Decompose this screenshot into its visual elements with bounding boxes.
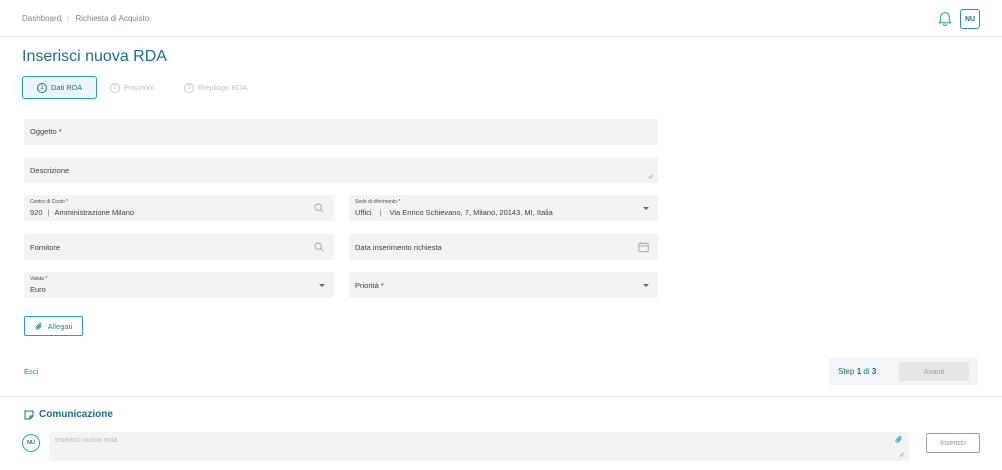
step-middle: di bbox=[863, 367, 870, 376]
step-dati-rda[interactable]: 1 Dati RDA bbox=[22, 76, 97, 99]
step-number: 2 bbox=[110, 82, 120, 93]
section-divider bbox=[0, 396, 1002, 397]
resize-handle-icon[interactable] bbox=[648, 174, 653, 179]
step-navigation: Step 1 di 3 Avanti bbox=[829, 358, 978, 385]
centro-di-costo-label: Centro di Costo * bbox=[30, 199, 69, 205]
priorita-select[interactable]: Priorità * bbox=[349, 272, 658, 298]
paperclip-icon[interactable] bbox=[895, 435, 903, 444]
step-number: 3 bbox=[184, 82, 194, 93]
top-bar: Dashboard › Richiesta di Acquisto NU bbox=[0, 0, 1002, 37]
valuta-select[interactable]: Valuta * Euro bbox=[24, 272, 334, 298]
value-separator: | bbox=[47, 208, 50, 217]
step-label: Riepilogo RDA bbox=[198, 83, 248, 92]
valuta-value: Euro bbox=[30, 285, 46, 294]
esci-link[interactable]: Esci bbox=[24, 367, 38, 376]
step-label: Posizioni bbox=[124, 83, 155, 92]
user-avatar[interactable]: NU bbox=[960, 9, 980, 29]
avanti-button[interactable]: Avanti bbox=[899, 362, 969, 381]
step-prefix: Step bbox=[838, 367, 855, 376]
breadcrumb: Dashboard › Richiesta di Acquisto bbox=[22, 14, 149, 23]
note-input[interactable]: Inserisci nuova nota bbox=[49, 432, 909, 461]
centro-di-costo-name: Amministrazione Milano bbox=[54, 208, 135, 217]
sede-di-riferimento-select[interactable]: Sede di riferimento * Uffici | Via Enrico … bbox=[349, 195, 658, 221]
sede-type: Uffici bbox=[355, 208, 372, 217]
step-riepilogo-rda[interactable]: 3 Riepilogo RDA bbox=[184, 76, 247, 99]
note-icon bbox=[24, 410, 34, 419]
chevron-down-icon[interactable] bbox=[319, 284, 325, 287]
fornitore-field[interactable]: Fornitore bbox=[24, 234, 334, 260]
data-inserimento-field[interactable]: Data inserimento richiesta bbox=[349, 234, 658, 260]
centro-di-costo-code: 920 bbox=[30, 208, 43, 217]
value-separator: | bbox=[379, 208, 382, 217]
priorita-label: Priorità * bbox=[355, 281, 384, 290]
step-posizioni[interactable]: 2 Posizioni bbox=[110, 76, 154, 99]
note-placeholder: Inserisci nuova nota bbox=[55, 437, 118, 444]
breadcrumb-separator: › bbox=[67, 15, 70, 22]
allegati-button[interactable]: Allegati bbox=[24, 316, 83, 336]
step-number: 1 bbox=[37, 82, 47, 93]
comunicazione-title: Comunicazione bbox=[39, 409, 113, 420]
chevron-down-icon[interactable] bbox=[643, 284, 649, 287]
allegati-label: Allegati bbox=[47, 321, 73, 331]
descrizione-label: Descrizione bbox=[30, 166, 70, 175]
centro-di-costo-value: 920 | Amministrazione Milano bbox=[30, 208, 134, 217]
descrizione-field[interactable]: Descrizione bbox=[24, 157, 658, 183]
page-title: Inserisci nuova RDA bbox=[22, 48, 167, 65]
chevron-down-icon[interactable] bbox=[643, 207, 649, 210]
comunicazione-heading: Comunicazione bbox=[24, 409, 113, 420]
resize-handle-icon[interactable] bbox=[899, 452, 904, 457]
search-icon[interactable] bbox=[314, 203, 324, 213]
sede-address: Via Enrico Schievano, 7, Milano, 20143, … bbox=[389, 208, 553, 217]
inserisci-button[interactable]: Inserisci bbox=[926, 433, 980, 453]
bell-icon[interactable] bbox=[938, 11, 952, 27]
paperclip-icon bbox=[35, 322, 42, 330]
step-label: Dati RDA bbox=[51, 83, 83, 92]
sede-label: Sede di riferimento * bbox=[355, 199, 401, 205]
step-current: 1 bbox=[856, 367, 862, 376]
note-author-avatar: NU bbox=[22, 434, 40, 452]
centro-di-costo-field[interactable]: Centro di Costo * 920 | Amministrazione Mi… bbox=[24, 195, 334, 221]
breadcrumb-dashboard[interactable]: Dashboard bbox=[22, 14, 61, 23]
oggetto-label: Oggetto * bbox=[30, 127, 62, 136]
step-total: 3 bbox=[871, 367, 877, 376]
breadcrumb-current: Richiesta di Acquisto bbox=[75, 14, 150, 23]
calendar-icon[interactable] bbox=[638, 242, 649, 253]
fornitore-label: Fornitore bbox=[30, 243, 61, 252]
search-icon[interactable] bbox=[314, 242, 324, 252]
valuta-label: Valuta * bbox=[30, 276, 48, 282]
step-counter: Step 1 di 3 bbox=[838, 367, 876, 376]
oggetto-field[interactable]: Oggetto * bbox=[24, 119, 658, 145]
data-inserimento-label: Data inserimento richiesta bbox=[355, 243, 442, 252]
sede-value: Uffici | Via Enrico Schievano, 7, Milano, … bbox=[355, 208, 553, 217]
